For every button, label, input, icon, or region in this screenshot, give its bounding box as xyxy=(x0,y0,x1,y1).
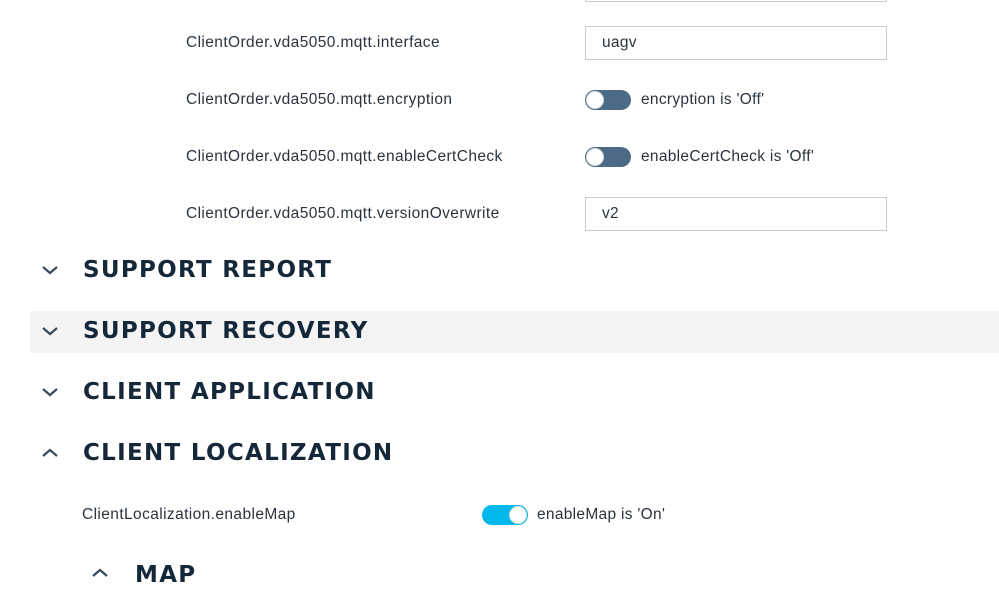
section-title: SUPPORT REPORT xyxy=(83,257,333,283)
encryption-label: ClientOrder.vda5050.mqtt.encryption xyxy=(186,91,453,108)
toggle-knob xyxy=(509,506,527,524)
section-support-report[interactable]: SUPPORT REPORT xyxy=(30,250,999,292)
enable-map-status: enableMap is 'On' xyxy=(537,506,666,523)
version-overwrite-label: ClientOrder.vda5050.mqtt.versionOverwrit… xyxy=(186,205,500,222)
section-client-application[interactable]: CLIENT APPLICATION xyxy=(30,372,999,414)
section-client-localization[interactable]: CLIENT LOCALIZATION xyxy=(30,433,999,475)
section-support-recovery[interactable]: SUPPORT RECOVERY xyxy=(30,311,999,353)
section-title: CLIENT APPLICATION xyxy=(83,379,376,405)
enable-cert-check-label: ClientOrder.vda5050.mqtt.enableCertCheck xyxy=(186,148,503,165)
chevron-up-icon xyxy=(92,568,108,577)
chevron-down-icon xyxy=(42,266,58,275)
encryption-toggle[interactable] xyxy=(585,90,631,110)
version-overwrite-input[interactable]: v2 xyxy=(585,197,887,231)
enable-cert-check-status: enableCertCheck is 'Off' xyxy=(641,148,815,165)
subsection-title: MAP xyxy=(135,562,197,588)
enable-map-label: ClientLocalization.enableMap xyxy=(82,506,296,523)
section-title: CLIENT LOCALIZATION xyxy=(83,440,394,466)
toggle-knob xyxy=(586,91,604,109)
enable-cert-check-toggle[interactable] xyxy=(585,147,631,167)
section-title: SUPPORT RECOVERY xyxy=(83,318,369,344)
interface-input[interactable]: uagv xyxy=(585,26,887,60)
interface-label: ClientOrder.vda5050.mqtt.interface xyxy=(186,34,440,51)
chevron-down-icon xyxy=(42,388,58,397)
toggle-knob xyxy=(586,148,604,166)
chevron-down-icon xyxy=(42,327,58,336)
enable-map-toggle[interactable] xyxy=(482,505,528,525)
chevron-up-icon xyxy=(42,448,58,457)
encryption-status: encryption is 'Off' xyxy=(641,91,765,108)
clipped-input-field[interactable] xyxy=(585,0,887,2)
subsection-map[interactable]: MAP xyxy=(86,558,386,598)
